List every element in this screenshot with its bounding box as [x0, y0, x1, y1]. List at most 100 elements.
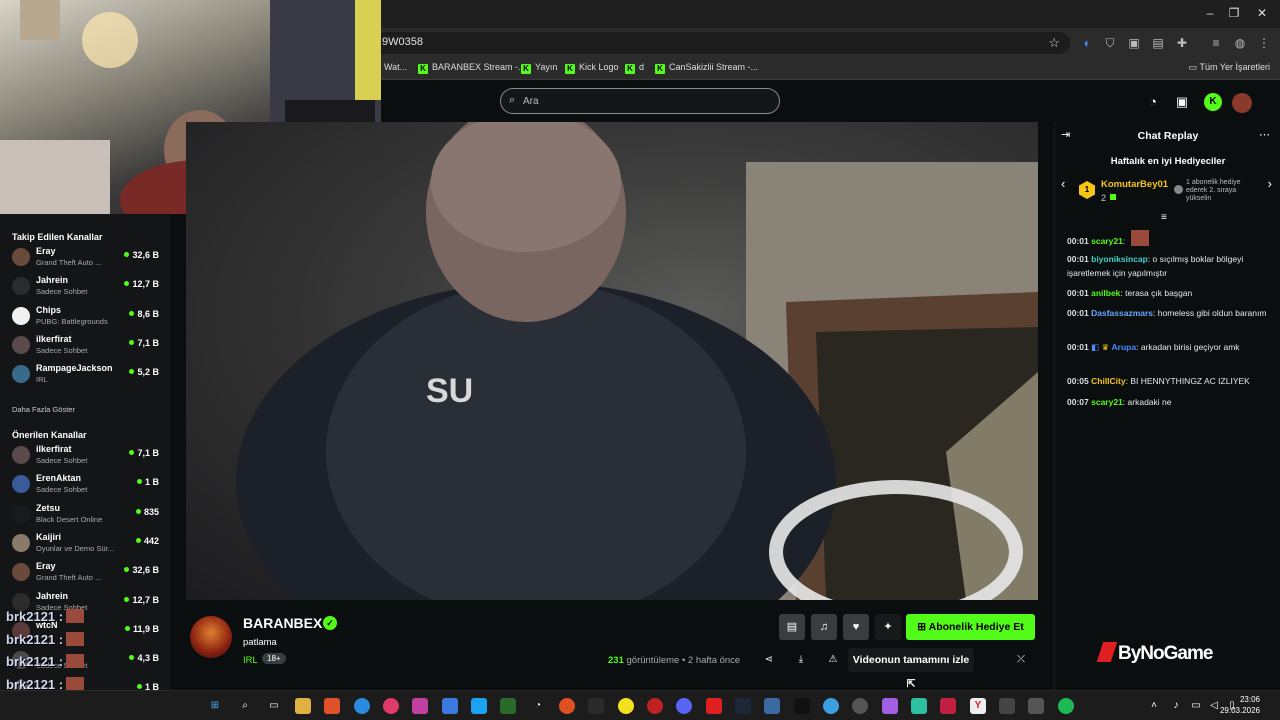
bookmark-item[interactable]: Wat... — [384, 62, 407, 72]
message-user[interactable]: anilbek — [1091, 288, 1120, 298]
snapchat-icon[interactable] — [618, 698, 634, 714]
file-explorer-icon[interactable] — [295, 698, 311, 714]
bookmark-item[interactable]: K Kick Logo — [565, 62, 619, 74]
watch-full-video-button[interactable]: Videonun tamamını izle ⇱ — [848, 648, 974, 690]
avatar[interactable] — [1232, 93, 1252, 113]
restore-icon[interactable]: ❐ — [1224, 6, 1244, 20]
share-icon[interactable]: ⋖ — [762, 653, 776, 667]
search-icon[interactable]: ⌕ — [237, 698, 253, 714]
bookmark-item[interactable]: Kd — [625, 62, 644, 74]
streamer-name[interactable]: BARANBEX — [243, 615, 322, 631]
bookmark-star-icon[interactable]: ☆ — [1048, 35, 1060, 51]
gift-icon[interactable]: ▣ — [1173, 93, 1191, 111]
channel-item[interactable]: ilkerfirat Sadece Sohbet 7,1 B — [8, 332, 163, 360]
message-user[interactable]: scary21 — [1091, 236, 1123, 246]
address-bar[interactable]: 9W0358 ☆ — [372, 32, 1070, 54]
chat-title: Chat Replay — [1137, 130, 1199, 142]
channel-item[interactable]: Chips PUBG: Battlegrounds 8,6 B — [8, 303, 163, 331]
category-link[interactable]: IRL — [243, 655, 258, 666]
verified-icon: ✓ — [323, 616, 337, 630]
video-player[interactable]: SU — [186, 122, 1038, 600]
edge-icon[interactable] — [354, 698, 370, 714]
message-user[interactable]: biyoniksincap — [1091, 254, 1148, 264]
minimize-icon[interactable]: – — [1200, 6, 1220, 20]
steam-icon[interactable] — [735, 698, 751, 714]
app-icon[interactable] — [852, 698, 868, 714]
network-icon[interactable]: ▭ — [1188, 698, 1204, 714]
channel-item[interactable]: Eray Grand Theft Auto ... 32,6 B — [8, 244, 163, 272]
download-icon[interactable]: ⤓ — [794, 653, 808, 667]
app-icon[interactable] — [999, 698, 1015, 714]
app-icon[interactable] — [559, 698, 575, 714]
settings-icon[interactable] — [1028, 698, 1044, 714]
gift-sub-button[interactable]: ⊞ Abonelik Hediye Et — [906, 614, 1035, 640]
media-player-icon[interactable] — [383, 698, 399, 714]
app-icon[interactable] — [764, 698, 780, 714]
report-icon[interactable]: ⚠ — [826, 653, 840, 667]
brave-icon[interactable] — [324, 698, 340, 714]
mcafee-icon[interactable] — [940, 698, 956, 714]
epic-games-icon[interactable] — [588, 698, 604, 714]
yandex-icon[interactable]: Y — [970, 698, 986, 714]
channel-item[interactable]: RampageJackson IRL 5,2 B — [8, 361, 163, 389]
shield-icon[interactable]: ⛉ — [1102, 35, 1118, 51]
prev-arrow-icon[interactable]: ‹ — [1061, 176, 1065, 191]
media-icon[interactable]: ≡ — [1208, 35, 1224, 51]
all-bookmarks[interactable]: ▭ Tüm Yer İşaretleri — [1189, 62, 1270, 73]
extension-icon[interactable]: ▤ — [1150, 35, 1166, 51]
search-input[interactable]: ⌕ Ara — [500, 88, 780, 114]
channel-category: Grand Theft Auto ... — [36, 258, 102, 267]
tiktok-icon[interactable] — [794, 698, 810, 714]
clock-icon[interactable]: ◔ — [1144, 93, 1162, 111]
copilot-icon[interactable] — [882, 698, 898, 714]
store-icon[interactable] — [442, 698, 458, 714]
menu-icon[interactable]: ⋮ — [1256, 35, 1272, 51]
netflix-icon[interactable] — [647, 698, 663, 714]
windows-start-icon[interactable]: ⊞ — [207, 698, 223, 714]
message-user[interactable]: ChillCity — [1091, 376, 1125, 386]
clip-button[interactable]: ▤ — [779, 614, 805, 640]
channel-item[interactable]: ErenAktan Sadece Sohbet 1 B — [8, 471, 163, 499]
puzzle-icon[interactable]: ✚ — [1174, 35, 1190, 51]
speed-icon[interactable]: ◔ — [530, 698, 546, 714]
discord-icon[interactable] — [676, 698, 692, 714]
theater-mode-icon[interactable]: ⤫ — [1014, 653, 1028, 667]
task-view-icon[interactable]: ▭ — [266, 698, 282, 714]
message-user[interactable]: scary21 — [1091, 397, 1123, 407]
channel-item[interactable]: Kaijiri Oyunlar ve Demo Sür... 442 — [8, 530, 163, 558]
channel-item[interactable]: Eray Grand Theft Auto ... 32,6 B — [8, 559, 163, 587]
bookmark-item[interactable]: K Yayın — [521, 62, 557, 74]
profile-icon[interactable]: ◍ — [1232, 35, 1248, 51]
close-icon[interactable]: ✕ — [1252, 6, 1272, 20]
twitter-icon[interactable] — [471, 698, 487, 714]
clock[interactable]: 23:06 29.03.2026 — [1220, 694, 1260, 716]
chevron-up-icon[interactable]: ˄ — [1146, 698, 1162, 714]
message-user[interactable]: Dasfassazmars — [1091, 308, 1153, 318]
pinned-toggle-icon[interactable]: ≡ — [1161, 212, 1167, 223]
top-gifter-name[interactable]: KomutarBey01 — [1101, 179, 1168, 190]
notification-button[interactable]: ♫ — [811, 614, 837, 640]
next-arrow-icon[interactable]: › — [1268, 176, 1272, 191]
microphone-icon[interactable]: ♪ — [1168, 698, 1184, 714]
follow-button[interactable]: ♥ — [843, 614, 869, 640]
app-icon[interactable] — [911, 698, 927, 714]
chat-options-icon[interactable]: ⋯ — [1259, 128, 1270, 141]
extension-icon[interactable]: ▣ — [1126, 35, 1142, 51]
chrome-icon[interactable] — [823, 698, 839, 714]
channel-item[interactable]: Jahrein Sadece Sohbet 12,7 B — [8, 273, 163, 301]
bookmark-item[interactable]: K CanSakizlii Stream -... — [655, 62, 758, 74]
streamer-avatar[interactable] — [190, 616, 232, 658]
sparkle-button[interactable]: ✦ — [875, 614, 901, 640]
channel-item[interactable]: Zetsu Black Desert Online 835 — [8, 501, 163, 529]
live-dot-icon — [135, 537, 141, 543]
instagram-icon[interactable] — [412, 698, 428, 714]
bookmark-item[interactable]: K BARANBEX Stream -... — [418, 62, 526, 74]
kick-balance-icon[interactable]: K — [1204, 93, 1222, 111]
channel-item[interactable]: ilkerfirat Sadece Sohbet 7,1 B — [8, 442, 163, 470]
extension-icon[interactable]: ◖ — [1078, 35, 1094, 51]
spotify-icon[interactable] — [1058, 698, 1074, 714]
app-icon[interactable] — [500, 698, 516, 714]
youtube-icon[interactable] — [706, 698, 722, 714]
message-user[interactable]: Arupa — [1112, 342, 1137, 352]
show-more-link[interactable]: Daha Fazla Göster — [12, 405, 75, 414]
